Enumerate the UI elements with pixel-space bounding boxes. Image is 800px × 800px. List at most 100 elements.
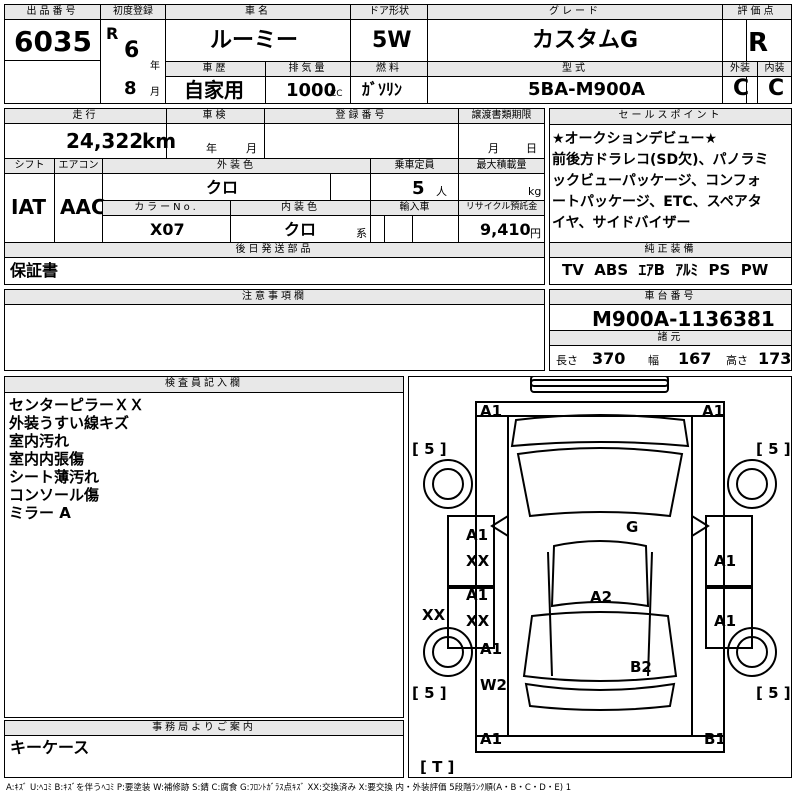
fuel-label: 燃料: [350, 61, 428, 77]
damage-mark: A1: [480, 402, 502, 420]
equip-item: TV: [562, 261, 584, 279]
ac-label: エアコン: [54, 158, 103, 174]
car-name: ルーミー: [210, 28, 299, 53]
cap-unit: 人: [436, 185, 447, 198]
wid-label: 幅: [648, 354, 659, 367]
car-diagram: A1 A1 [ 5 ] [ 5 ] G A1 XX A1 A1 XX A1 XX…: [412, 376, 791, 776]
recycle-fee: 9,410: [480, 220, 531, 239]
capacity: 5: [412, 178, 425, 199]
history: 自家用: [184, 78, 244, 102]
inspector-line: 室内汚れ: [9, 432, 70, 450]
regno-label: 登録番号: [264, 108, 459, 124]
damage-mark: A1: [714, 552, 736, 570]
equip-item: PS: [708, 261, 731, 279]
office-note: キーケース: [10, 738, 90, 757]
shift: IAT: [11, 195, 47, 219]
recycle-unit: 円: [530, 227, 541, 240]
ac: AAC: [60, 195, 106, 219]
damage-mark: A1: [480, 730, 502, 748]
office-label: 事務局よりご案内: [4, 720, 404, 736]
chassis-number: M900A-1136381: [592, 307, 775, 331]
damage-mark: XX: [466, 612, 490, 630]
damage-mark: W2: [480, 676, 507, 694]
sales-points: ★オークションデビュー★ 前後方ドラレコ(SD欠)、パノラミ ックビューパッケー…: [552, 129, 769, 234]
sales-line: 前後方ドラレコ(SD欠)、パノラミ: [552, 152, 769, 168]
inspector-line: センターピラーＸＸ: [9, 396, 145, 414]
inspector-notes: センターピラーＸＸ 外装うすい線キズ 室内汚れ 室内内張傷 シート薄汚れ コンソ…: [9, 396, 144, 522]
mileage-label: 走行: [4, 108, 167, 124]
len-label: 長さ: [556, 354, 578, 367]
equip-list: TV ABS ｴｱB ｱﾙﾐ PS PW: [562, 263, 768, 278]
mileage-unit: km: [142, 129, 177, 153]
inspector-line: 室内内張傷: [9, 450, 85, 468]
inspector-line: 外装うすい線キズ: [9, 414, 130, 432]
ext-color: クロ: [206, 178, 239, 197]
colorno-label: カラーNo.: [102, 200, 231, 216]
int-score: C: [768, 76, 785, 101]
int-label: 内装: [757, 61, 792, 77]
damage-mark: [ 5 ]: [756, 440, 791, 458]
shift-label: シフト: [4, 158, 55, 174]
inspect-year: 年: [206, 142, 217, 155]
lot-number: 6035: [14, 25, 92, 58]
era: R: [106, 24, 119, 43]
fuel: ｶﾞｿﾘﾝ: [362, 80, 403, 99]
damage-mark: A1: [702, 402, 724, 420]
ext-score: C: [733, 76, 750, 101]
inspect-label: 車検: [166, 108, 265, 124]
door-type: 5W: [372, 28, 412, 53]
sales-line: ★オークションデビュー★: [552, 131, 718, 147]
int-color: クロ: [284, 220, 317, 239]
score: R: [748, 28, 769, 58]
mileage: 24,322: [66, 129, 144, 153]
sales-line: ートパッケージ、ETC、スペアタ: [552, 194, 762, 210]
transfer-month: 月: [488, 142, 499, 155]
damage-mark: A1: [480, 640, 502, 658]
inspector-line: コンソール傷: [9, 486, 100, 504]
load-label: 最大積載量: [458, 158, 545, 174]
color-number: X07: [150, 220, 185, 239]
damage-mark: XX: [466, 552, 490, 570]
sales-label: セールスポイント: [549, 108, 792, 125]
width: 167: [678, 349, 712, 368]
month-unit: 月: [150, 87, 160, 98]
inspect-month: 月: [246, 142, 257, 155]
model-code: 5BA-M900A: [528, 79, 646, 100]
grade-label: グレード: [427, 4, 723, 20]
inspector-label: 検査員記入欄: [4, 376, 404, 393]
equip-item: ABS: [594, 261, 629, 279]
damage-mark: A2: [590, 588, 612, 606]
intcolor-unit: 系: [356, 227, 367, 240]
cap-label: 乗車定員: [370, 158, 459, 174]
equip-item: ｱﾙﾐ: [675, 261, 699, 279]
equip-item: ｴｱB: [638, 261, 666, 279]
sales-line: イヤ、サイドバイザー: [552, 215, 691, 231]
damage-mark: B2: [630, 658, 652, 676]
lot-label: 出品番号: [4, 4, 101, 20]
color-label: 外装色: [102, 158, 371, 174]
damage-mark: B1: [704, 730, 726, 748]
door-label: ドア形状: [350, 4, 428, 20]
recycle-label: リサイクル預託金: [458, 200, 545, 216]
later-label: 後日発送部品: [4, 242, 545, 258]
reg-month: 8: [124, 78, 137, 99]
damage-mark: A1: [714, 612, 736, 630]
sales-line: ックビューパッケージ、コンフォ: [552, 173, 761, 189]
inspector-line: ミラー A: [9, 504, 71, 522]
model-label: 型式: [427, 61, 723, 77]
damage-mark: G: [626, 518, 638, 536]
grade: カスタムG: [532, 28, 639, 53]
reg-year: 6: [124, 38, 140, 63]
equip-label: 純正装備: [549, 242, 792, 258]
height: 173: [758, 349, 792, 368]
notice-label: 注意事項欄: [4, 289, 545, 305]
damage-mark: [ 5 ]: [756, 684, 791, 702]
year-unit: 年: [150, 61, 160, 72]
damage-mark: [ T ]: [420, 758, 454, 776]
transfer-label: 譲渡書類期限: [458, 108, 545, 124]
import-label: 輸入車: [370, 200, 459, 216]
load-unit: kg: [528, 185, 542, 198]
disp-label: 排気量: [265, 61, 351, 77]
damage-mark: A1: [466, 586, 488, 604]
damage-mark: XX: [422, 606, 446, 624]
